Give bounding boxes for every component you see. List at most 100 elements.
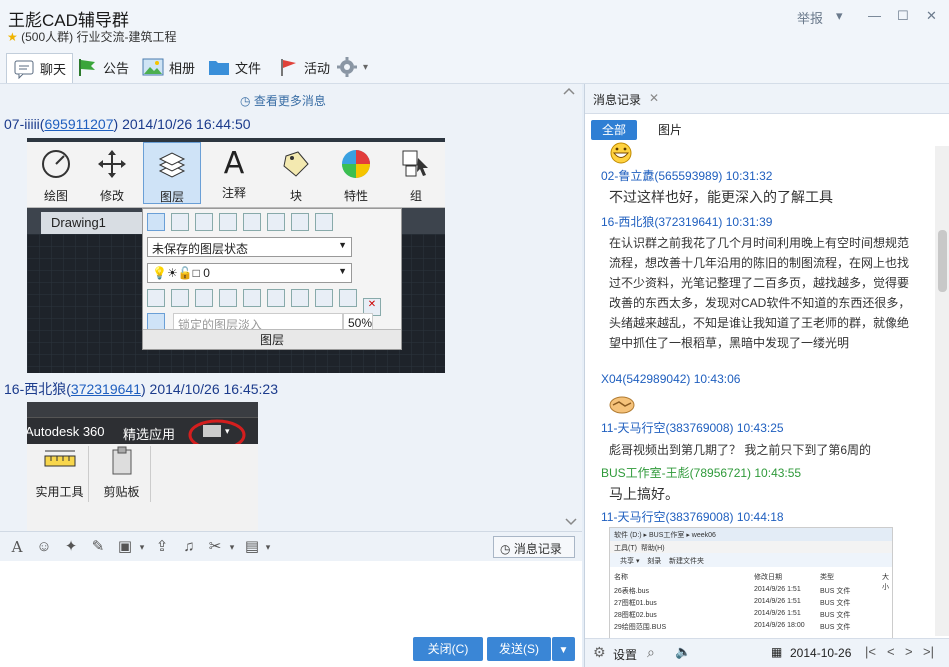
message-history-pane: 消息记录 ✕ 全部 图片 02-鲁立纛(565593989) 10:31:32 … bbox=[584, 84, 949, 667]
scrollbar-thumb[interactable] bbox=[938, 230, 947, 292]
ribbon-modify: 修改 bbox=[83, 142, 141, 204]
tab-announcement[interactable]: 公告 bbox=[76, 54, 129, 80]
explorer-col: 名称 bbox=[614, 574, 628, 581]
explorer-row: 27图框01.bus 2014/9/26 1:51 BUS 文件 bbox=[614, 598, 892, 608]
ribbon-block-label: 块 bbox=[289, 189, 302, 203]
star-icon: ★ bbox=[7, 30, 18, 44]
settings-link[interactable]: 设置 bbox=[613, 646, 637, 663]
ribbon-properties-label: 特性 bbox=[343, 189, 368, 203]
tab-chat[interactable]: 聊天 bbox=[6, 53, 74, 83]
tab-message-history[interactable]: 消息记录 bbox=[593, 91, 641, 108]
handshake-emoji-icon bbox=[609, 396, 635, 414]
collapse-up-icon[interactable] bbox=[562, 86, 576, 96]
prev-page-icon[interactable]: < bbox=[887, 644, 895, 659]
gear-icon bbox=[337, 57, 357, 77]
chevron-down-icon[interactable]: ▾ bbox=[836, 8, 843, 24]
layer-state-select: 未保存的图层状态 ▼ bbox=[147, 237, 352, 257]
message-header: 16-西北狼(372319641) 2014/10/26 16:45:23 bbox=[4, 381, 279, 397]
image-icon[interactable]: ▣ bbox=[116, 538, 134, 556]
magic-wand-icon[interactable]: ✦ bbox=[62, 538, 80, 556]
explorer-menu: 工具(T) bbox=[614, 545, 637, 552]
emoji-icon[interactable]: ☺ bbox=[35, 538, 53, 556]
cad-ribbon: 绘图 修改 图层 A 注释 块 特性 组 bbox=[27, 138, 445, 208]
group-subtitle: ★ (500人群) 行业交流-建筑工程 bbox=[7, 28, 176, 45]
file-type: BUS 文件 bbox=[820, 612, 851, 619]
text-a-icon: A bbox=[223, 146, 245, 181]
music-icon[interactable]: ♫ bbox=[180, 538, 198, 556]
file-date: 2014/9/26 1:51 bbox=[754, 586, 801, 593]
ruler-icon bbox=[44, 450, 75, 467]
history-image-explorer[interactable]: 软件 (D:) ▸ BUS工作室 ▸ week06 工具(T) 帮助(H) 共享… bbox=[609, 527, 893, 639]
view-more-messages[interactable]: ◷ 查看更多消息 bbox=[240, 92, 326, 109]
file-type: BUS 文件 bbox=[820, 624, 851, 631]
tool-utilities: 实用工具 bbox=[31, 446, 89, 502]
chevron-down-icon[interactable]: ▾ bbox=[223, 538, 241, 556]
tab-announcement-label: 公告 bbox=[103, 60, 130, 76]
input-toolbar: A ☺ ✦ ✎ ▣ ▾ ⇪ ♫ ✂ ▾ ▤ ▾ ◷ 消息记录 ▾ bbox=[0, 531, 582, 570]
filter-images[interactable]: 图片 bbox=[647, 120, 693, 140]
history-scrollbar[interactable] bbox=[935, 146, 949, 636]
edit-icon[interactable]: ✎ bbox=[89, 538, 107, 556]
color-wheel-icon bbox=[342, 150, 370, 178]
chevron-down-icon[interactable]: ▾ bbox=[133, 538, 151, 556]
message-image-cad-layers[interactable]: 绘图 修改 图层 A 注释 块 特性 组 Drawing1 未保存的图层状态 ▼… bbox=[27, 138, 445, 373]
explorer-menubar: 工具(T) 帮助(H) bbox=[610, 541, 892, 553]
file-name: 27图框01.bus bbox=[614, 600, 657, 607]
maximize-icon[interactable]: ☐ bbox=[897, 8, 909, 24]
ribbon-draw: 绘图 bbox=[27, 142, 85, 204]
sender-name: 16-西北狼 bbox=[4, 381, 67, 397]
file-type: BUS 文件 bbox=[820, 588, 851, 595]
explorer-columns: 名称 修改日期 类型 大小 bbox=[614, 572, 892, 591]
explorer-row: 28图框02.bus 2014/9/26 1:51 BUS 文件 bbox=[614, 610, 892, 620]
ribbon-layer-label: 图层 bbox=[159, 190, 184, 204]
draw-circle-icon bbox=[42, 150, 70, 178]
photo-icon bbox=[142, 58, 164, 76]
file-name: 26表格.bus bbox=[614, 588, 650, 595]
tab-activity[interactable]: 活动 bbox=[277, 54, 330, 80]
upload-icon[interactable]: ⇪ bbox=[153, 538, 171, 556]
history-entry-header: X04(542989042) 10:43:06 bbox=[601, 372, 741, 386]
chat-messages[interactable]: ◷ 查看更多消息 07-iiiii(695911207) 2014/10/26 … bbox=[0, 84, 582, 531]
scissors-icon[interactable]: ✂ bbox=[206, 538, 224, 556]
message-history-label: 消息记录 bbox=[513, 542, 562, 556]
sender-id-link[interactable]: 372319641 bbox=[71, 381, 141, 397]
close-icon[interactable]: ✕ bbox=[649, 91, 659, 105]
history-footer: ⚙ 设置 ⌕ 🔈 ▦ 2014-10-26 |< < > >| bbox=[585, 638, 949, 667]
tab-album[interactable]: 相册 bbox=[142, 54, 195, 80]
last-page-icon[interactable]: >| bbox=[923, 644, 934, 659]
tool-clipboard: 剪贴板 bbox=[93, 446, 151, 502]
tab-files[interactable]: 文件 bbox=[208, 54, 261, 80]
explorer-col: 类型 bbox=[820, 574, 834, 581]
next-page-icon[interactable]: > bbox=[905, 644, 913, 659]
chevron-down-icon[interactable]: ▾ bbox=[259, 538, 277, 556]
scroll-down-icon[interactable] bbox=[564, 516, 578, 528]
send-options-button[interactable]: ▼ bbox=[552, 637, 575, 661]
gear-icon[interactable]: ⚙ bbox=[593, 644, 606, 661]
close-icon[interactable]: ✕ bbox=[926, 8, 937, 24]
explorer-row: 29绘图范围.BUS 2014/9/26 18:00 BUS 文件 bbox=[614, 622, 892, 632]
ribbon-block: 块 bbox=[267, 142, 325, 204]
tool-clipboard-label: 剪贴板 bbox=[103, 485, 140, 499]
chevron-down-icon: ▼ bbox=[338, 240, 347, 250]
send-button[interactable]: 发送(S) bbox=[487, 637, 551, 661]
filter-all[interactable]: 全部 bbox=[591, 120, 637, 140]
tab-more[interactable]: ▾ bbox=[336, 54, 368, 80]
tab-files-label: 文件 bbox=[235, 60, 262, 76]
message-history-button[interactable]: ◷ 消息记录 ▾ bbox=[493, 536, 575, 570]
speaker-icon[interactable]: 🔈 bbox=[675, 644, 691, 660]
close-button[interactable]: 关闭(C) bbox=[413, 637, 483, 661]
date-field[interactable]: 2014-10-26 bbox=[790, 646, 851, 660]
sender-id-link[interactable]: 695911207 bbox=[44, 116, 113, 132]
report-link[interactable]: 举报 bbox=[797, 8, 823, 27]
search-icon[interactable]: ⌕ bbox=[647, 644, 655, 661]
calendar-icon[interactable]: ▦ bbox=[771, 645, 782, 659]
font-icon[interactable]: A bbox=[8, 538, 26, 556]
minimize-icon[interactable]: — bbox=[868, 8, 881, 23]
history-entry-header: BUS工作室-王彪(78956721) 10:43:55 bbox=[601, 466, 802, 480]
message-header: 07-iiiii(695911207) 2014/10/26 16:44:50 bbox=[4, 116, 251, 132]
message-image-cad-ribbon[interactable]: Autodesk 360 精选应用 ▾ 实用工具 剪贴板 bbox=[27, 402, 258, 531]
history-entry-header: 11-天马行空(383769008) 10:44:18 bbox=[601, 510, 784, 524]
first-page-icon[interactable]: |< bbox=[865, 644, 876, 659]
ribbon-tab-a360: Autodesk 360 bbox=[27, 424, 105, 439]
explorer-col: 修改日期 bbox=[754, 574, 782, 581]
